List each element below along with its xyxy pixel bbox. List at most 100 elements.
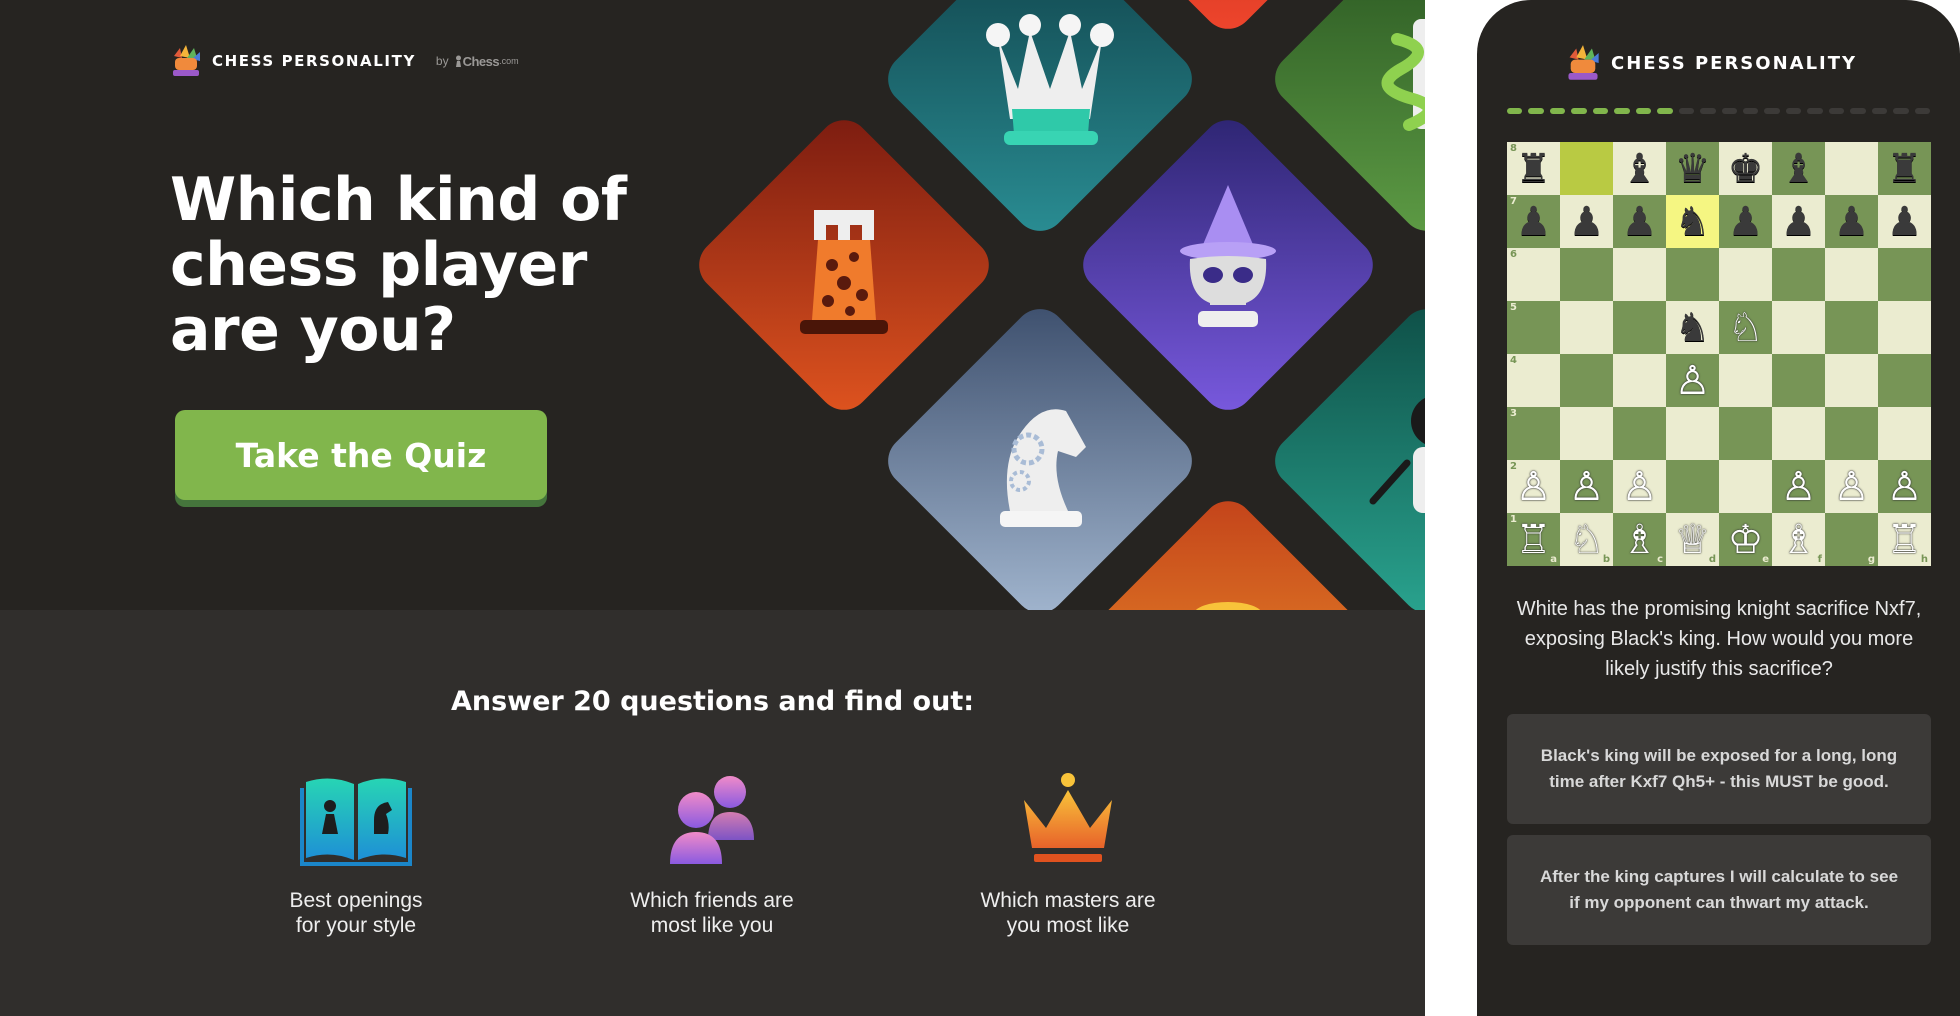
board-square-c7[interactable]: ♟ [1613, 195, 1666, 248]
chess-piece-icon[interactable]: ♞ [1675, 308, 1711, 348]
answer-option-1[interactable]: Black's king will be exposed for a long,… [1507, 714, 1931, 824]
chess-piece-icon[interactable]: ♟ [1516, 202, 1552, 242]
chess-piece-icon[interactable]: ♖ [1887, 520, 1923, 560]
board-square-g2[interactable]: ♙ [1825, 460, 1878, 513]
chess-piece-icon[interactable]: ♞ [1675, 202, 1711, 242]
board-square-b8[interactable] [1560, 142, 1613, 195]
chess-piece-icon[interactable]: ♜ [1516, 149, 1552, 189]
board-square-e4[interactable] [1719, 354, 1772, 407]
chess-piece-icon[interactable]: ♘ [1728, 308, 1764, 348]
board-square-e1[interactable]: ♔ e [1719, 513, 1772, 566]
board-square-d8[interactable]: ♛ [1666, 142, 1719, 195]
board-square-f8[interactable]: ♝ [1772, 142, 1825, 195]
board-square-a4[interactable]: 4 [1507, 354, 1560, 407]
chess-piece-icon[interactable]: ♝ [1781, 149, 1817, 189]
board-square-e6[interactable] [1719, 248, 1772, 301]
chess-piece-icon[interactable]: ♟ [1781, 202, 1817, 242]
board-square-h4[interactable] [1878, 354, 1931, 407]
board-square-h8[interactable]: ♜ [1878, 142, 1931, 195]
board-square-h1[interactable]: ♖ h [1878, 513, 1931, 566]
board-square-g8[interactable] [1825, 142, 1878, 195]
chess-piece-icon[interactable]: ♙ [1569, 467, 1605, 507]
board-square-f7[interactable]: ♟ [1772, 195, 1825, 248]
board-square-c6[interactable] [1613, 248, 1666, 301]
board-square-a5[interactable]: 5 [1507, 301, 1560, 354]
board-square-b4[interactable] [1560, 354, 1613, 407]
board-square-g3[interactable] [1825, 407, 1878, 460]
board-square-e5[interactable]: ♘ [1719, 301, 1772, 354]
board-square-a8[interactable]: ♜ 8 [1507, 142, 1560, 195]
board-square-d6[interactable] [1666, 248, 1719, 301]
board-square-f6[interactable] [1772, 248, 1825, 301]
board-square-f3[interactable] [1772, 407, 1825, 460]
board-square-b6[interactable] [1560, 248, 1613, 301]
chess-piece-icon[interactable]: ♕ [1675, 520, 1711, 560]
board-square-h2[interactable]: ♙ [1878, 460, 1931, 513]
board-square-a6[interactable]: 6 [1507, 248, 1560, 301]
board-square-g7[interactable]: ♟ [1825, 195, 1878, 248]
board-square-c4[interactable] [1613, 354, 1666, 407]
board-square-g1[interactable]: g [1825, 513, 1878, 566]
chess-piece-icon[interactable]: ♝ [1622, 149, 1658, 189]
board-square-b2[interactable]: ♙ [1560, 460, 1613, 513]
brand-header[interactable]: CHESS PERSONALITY by Chess .com [170, 44, 519, 78]
chess-board[interactable]: ♜ 8 ♝ ♛ ♚ ♝ ♜ ♟ 7 ♟ ♟ ♞ ♟ ♟ ♟ ♟ 6 5 ♞ ♘ 4 ♙ 3 ♙ 2 ♙ ♙ ♙ ♙ ♙ ♖ 1 a ♘ b ♗ c ♕ d ♔… [1507, 142, 1931, 566]
board-square-e8[interactable]: ♚ [1719, 142, 1772, 195]
board-square-b5[interactable] [1560, 301, 1613, 354]
board-square-h5[interactable] [1878, 301, 1931, 354]
chess-piece-icon[interactable]: ♙ [1887, 467, 1923, 507]
mobile-brand-header[interactable]: CHESS PERSONALITY [1565, 44, 1857, 82]
board-square-f5[interactable] [1772, 301, 1825, 354]
chess-piece-icon[interactable]: ♚ [1728, 149, 1764, 189]
chess-piece-icon[interactable]: ♟ [1728, 202, 1764, 242]
answer-option-2[interactable]: After the king captures I will calculate… [1507, 835, 1931, 945]
board-square-h7[interactable]: ♟ [1878, 195, 1931, 248]
chess-piece-icon[interactable]: ♛ [1675, 149, 1711, 189]
board-square-c2[interactable]: ♙ [1613, 460, 1666, 513]
chess-piece-icon[interactable]: ♟ [1569, 202, 1605, 242]
chess-piece-icon[interactable]: ♗ [1781, 520, 1817, 560]
board-square-a1[interactable]: ♖ 1 a [1507, 513, 1560, 566]
board-square-d5[interactable]: ♞ [1666, 301, 1719, 354]
board-square-g5[interactable] [1825, 301, 1878, 354]
board-square-d7[interactable]: ♞ [1666, 195, 1719, 248]
chess-piece-icon[interactable]: ♗ [1622, 520, 1658, 560]
chess-piece-icon[interactable]: ♘ [1569, 520, 1605, 560]
board-square-a3[interactable]: 3 [1507, 407, 1560, 460]
board-square-f2[interactable]: ♙ [1772, 460, 1825, 513]
board-square-c8[interactable]: ♝ [1613, 142, 1666, 195]
board-square-b3[interactable] [1560, 407, 1613, 460]
board-square-b7[interactable]: ♟ [1560, 195, 1613, 248]
chess-piece-icon[interactable]: ♟ [1622, 202, 1658, 242]
chess-piece-icon[interactable]: ♟ [1887, 202, 1923, 242]
board-square-d3[interactable] [1666, 407, 1719, 460]
chess-piece-icon[interactable]: ♙ [1622, 467, 1658, 507]
board-square-d1[interactable]: ♕ d [1666, 513, 1719, 566]
take-quiz-button[interactable]: Take the Quiz [175, 410, 547, 500]
board-square-c1[interactable]: ♗ c [1613, 513, 1666, 566]
chess-piece-icon[interactable]: ♔ [1728, 520, 1764, 560]
board-square-c3[interactable] [1613, 407, 1666, 460]
chess-piece-icon[interactable]: ♙ [1675, 361, 1711, 401]
chess-piece-icon[interactable]: ♟ [1834, 202, 1870, 242]
board-square-e2[interactable] [1719, 460, 1772, 513]
chess-piece-icon[interactable]: ♙ [1834, 467, 1870, 507]
board-square-a2[interactable]: ♙ 2 [1507, 460, 1560, 513]
board-square-h3[interactable] [1878, 407, 1931, 460]
board-square-b1[interactable]: ♘ b [1560, 513, 1613, 566]
board-square-c5[interactable] [1613, 301, 1666, 354]
board-square-a7[interactable]: ♟ 7 [1507, 195, 1560, 248]
chess-piece-icon[interactable]: ♜ [1887, 149, 1923, 189]
board-square-d4[interactable]: ♙ [1666, 354, 1719, 407]
board-square-e7[interactable]: ♟ [1719, 195, 1772, 248]
board-square-f4[interactable] [1772, 354, 1825, 407]
board-square-d2[interactable] [1666, 460, 1719, 513]
board-square-g4[interactable] [1825, 354, 1878, 407]
board-square-g6[interactable] [1825, 248, 1878, 301]
board-square-f1[interactable]: ♗ f [1772, 513, 1825, 566]
chess-piece-icon[interactable]: ♙ [1516, 467, 1552, 507]
chess-piece-icon[interactable]: ♖ [1516, 520, 1552, 560]
chess-piece-icon[interactable]: ♙ [1781, 467, 1817, 507]
board-square-h6[interactable] [1878, 248, 1931, 301]
board-square-e3[interactable] [1719, 407, 1772, 460]
